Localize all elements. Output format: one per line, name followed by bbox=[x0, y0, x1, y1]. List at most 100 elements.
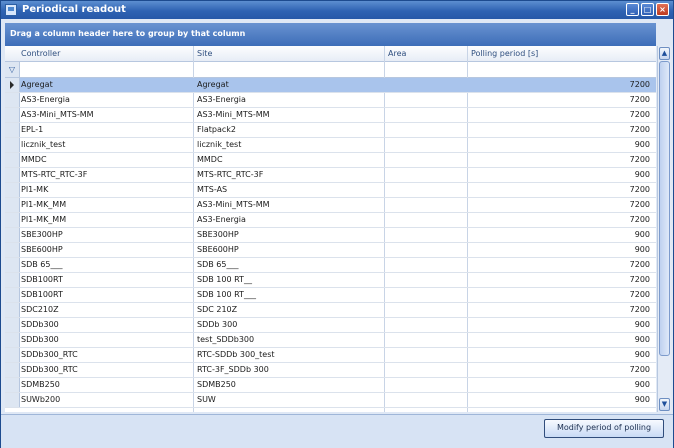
row-indicator[interactable] bbox=[5, 318, 20, 332]
cell-site: SUW bbox=[197, 395, 216, 404]
cell-controller: PI1-MK_MM bbox=[21, 200, 67, 209]
row-indicator[interactable] bbox=[5, 123, 20, 137]
cell-site: RTC-SDDb 300_test bbox=[197, 350, 275, 359]
scroll-down-arrow-icon[interactable]: ▼ bbox=[659, 398, 670, 411]
cell-polling-period: 900 bbox=[634, 140, 650, 149]
filter-row[interactable]: ▽ bbox=[5, 62, 656, 78]
table-row[interactable]: SDC210Z SDC 210Z 7200 bbox=[5, 303, 656, 318]
scrollbar-thumb[interactable] bbox=[659, 61, 670, 356]
row-indicator[interactable] bbox=[5, 228, 20, 242]
cell-site: Agregat bbox=[197, 80, 229, 89]
cell-site: AS3-Energia bbox=[197, 95, 246, 104]
table-row[interactable]: MTS-RTC_RTC-3F MTS-RTC_RTC-3F 900 bbox=[5, 168, 656, 183]
row-indicator[interactable] bbox=[5, 213, 20, 227]
table-row[interactable]: SBE300HP SBE300HP 900 bbox=[5, 228, 656, 243]
cell-site: Flatpack2 bbox=[197, 125, 236, 134]
row-indicator[interactable] bbox=[5, 393, 20, 407]
row-indicator[interactable] bbox=[5, 288, 20, 302]
table-row[interactable]: SUWb200 SUW 900 bbox=[5, 393, 656, 408]
table-row[interactable]: SDDb300_RTC RTC-SDDb 300_test 900 bbox=[5, 348, 656, 363]
row-indicator[interactable] bbox=[5, 273, 20, 287]
cell-polling-period: 7200 bbox=[629, 110, 650, 119]
row-indicator[interactable] bbox=[5, 153, 20, 167]
modify-period-button[interactable]: Modify period of polling bbox=[544, 419, 664, 438]
column-header-controller[interactable]: Controller bbox=[21, 49, 60, 58]
cell-controller: SBE600HP bbox=[21, 245, 63, 254]
table-row[interactable]: PI1-MK_MM AS3-Mini_MTS-MM 7200 bbox=[5, 198, 656, 213]
row-indicator[interactable] bbox=[5, 168, 20, 182]
table-row[interactable]: AS3-Mini_MTS-MM AS3-Mini_MTS-MM 7200 bbox=[5, 108, 656, 123]
table-row[interactable]: AS3-Energia AS3-Energia 7200 bbox=[5, 93, 656, 108]
cell-polling-period: 900 bbox=[634, 230, 650, 239]
minimize-button[interactable]: _ bbox=[626, 3, 639, 16]
row-indicator[interactable] bbox=[5, 78, 20, 92]
cell-controller: Agregat bbox=[21, 80, 53, 89]
row-indicator[interactable] bbox=[5, 243, 20, 257]
close-button[interactable]: × bbox=[656, 3, 669, 16]
cell-polling-period: 900 bbox=[634, 320, 650, 329]
cell-site: AS3-Mini_MTS-MM bbox=[197, 110, 270, 119]
cell-site: SDDb 300 bbox=[197, 320, 238, 329]
cell-controller: SBE300HP bbox=[21, 230, 63, 239]
table-row[interactable]: SDDb300 SDDb 300 900 bbox=[5, 318, 656, 333]
grid-rows: Agregat Agregat 7200 AS3-Energia AS3-Energia… bbox=[5, 78, 656, 408]
table-row[interactable]: SDMB250 SDMB250 900 bbox=[5, 378, 656, 393]
group-by-panel[interactable]: Drag a column header here to group by th… bbox=[5, 23, 656, 46]
cell-controller: licznik_test bbox=[21, 140, 66, 149]
table-row[interactable]: SDDb300 test_SDDb300 900 bbox=[5, 333, 656, 348]
table-row[interactable]: Agregat Agregat 7200 bbox=[5, 78, 656, 93]
table-row[interactable]: SDB100RT SDB 100 RT__ 7200 bbox=[5, 273, 656, 288]
grid-header: Controller Site Area Polling period [s] bbox=[5, 46, 656, 62]
row-indicator[interactable] bbox=[5, 138, 20, 152]
scroll-up-arrow-icon[interactable]: ▲ bbox=[659, 47, 670, 60]
cell-polling-period: 900 bbox=[634, 245, 650, 254]
row-indicator[interactable] bbox=[5, 348, 20, 362]
table-row[interactable]: licznik_test licznik_test 900 bbox=[5, 138, 656, 153]
filter-icon[interactable]: ▽ bbox=[5, 62, 20, 77]
cell-controller: SDB 65___ bbox=[21, 260, 63, 269]
cell-polling-period: 7200 bbox=[629, 80, 650, 89]
table-row[interactable]: PI1-MK_MM AS3-Energia 7200 bbox=[5, 213, 656, 228]
cell-controller: SDB100RT bbox=[21, 275, 63, 284]
cell-site: SDB 100 RT___ bbox=[197, 290, 256, 299]
readout-grid[interactable]: Controller Site Area Polling period [s] … bbox=[5, 46, 656, 412]
row-indicator[interactable] bbox=[5, 363, 20, 377]
cell-controller: SUWb200 bbox=[21, 395, 61, 404]
row-indicator[interactable] bbox=[5, 333, 20, 347]
row-indicator[interactable] bbox=[5, 378, 20, 392]
maximize-button[interactable]: □ bbox=[641, 3, 654, 16]
vertical-scrollbar[interactable]: ▲ ▼ bbox=[657, 46, 671, 412]
row-indicator[interactable] bbox=[5, 258, 20, 272]
cell-site: test_SDDb300 bbox=[197, 335, 255, 344]
table-row[interactable]: SDB100RT SDB 100 RT___ 7200 bbox=[5, 288, 656, 303]
row-indicator[interactable] bbox=[5, 183, 20, 197]
cell-controller: SDB100RT bbox=[21, 290, 63, 299]
cell-controller: SDC210Z bbox=[21, 305, 59, 314]
cell-controller: MTS-RTC_RTC-3F bbox=[21, 170, 88, 179]
row-indicator[interactable] bbox=[5, 198, 20, 212]
row-indicator[interactable] bbox=[5, 303, 20, 317]
cell-controller: SDDb300 bbox=[21, 320, 59, 329]
column-header-polling-period[interactable]: Polling period [s] bbox=[471, 49, 538, 58]
column-header-site[interactable]: Site bbox=[197, 49, 212, 58]
table-row[interactable]: MMDC MMDC 7200 bbox=[5, 153, 656, 168]
cell-polling-period: 7200 bbox=[629, 185, 650, 194]
cell-controller: PI1-MK bbox=[21, 185, 49, 194]
periodical-readout-window: Periodical readout _ □ × Drag a column h… bbox=[0, 0, 674, 448]
cell-polling-period: 900 bbox=[634, 170, 650, 179]
row-indicator[interactable] bbox=[5, 93, 20, 107]
cell-polling-period: 7200 bbox=[629, 260, 650, 269]
cell-polling-period: 900 bbox=[634, 335, 650, 344]
table-row[interactable]: SDDb300_RTC RTC-3F_SDDb 300 7200 bbox=[5, 363, 656, 378]
cell-polling-period: 7200 bbox=[629, 305, 650, 314]
column-header-area[interactable]: Area bbox=[388, 49, 406, 58]
table-row[interactable]: PI1-MK MTS-AS 7200 bbox=[5, 183, 656, 198]
cell-controller: AS3-Energia bbox=[21, 95, 70, 104]
row-indicator[interactable] bbox=[5, 108, 20, 122]
cell-polling-period: 7200 bbox=[629, 215, 650, 224]
title-bar: Periodical readout _ □ × bbox=[1, 1, 673, 19]
table-row[interactable]: EPL-1 Flatpack2 7200 bbox=[5, 123, 656, 138]
table-row[interactable]: SBE600HP SBE600HP 900 bbox=[5, 243, 656, 258]
table-row[interactable]: SDB 65___ SDB 65___ 7200 bbox=[5, 258, 656, 273]
cell-polling-period: 7200 bbox=[629, 290, 650, 299]
